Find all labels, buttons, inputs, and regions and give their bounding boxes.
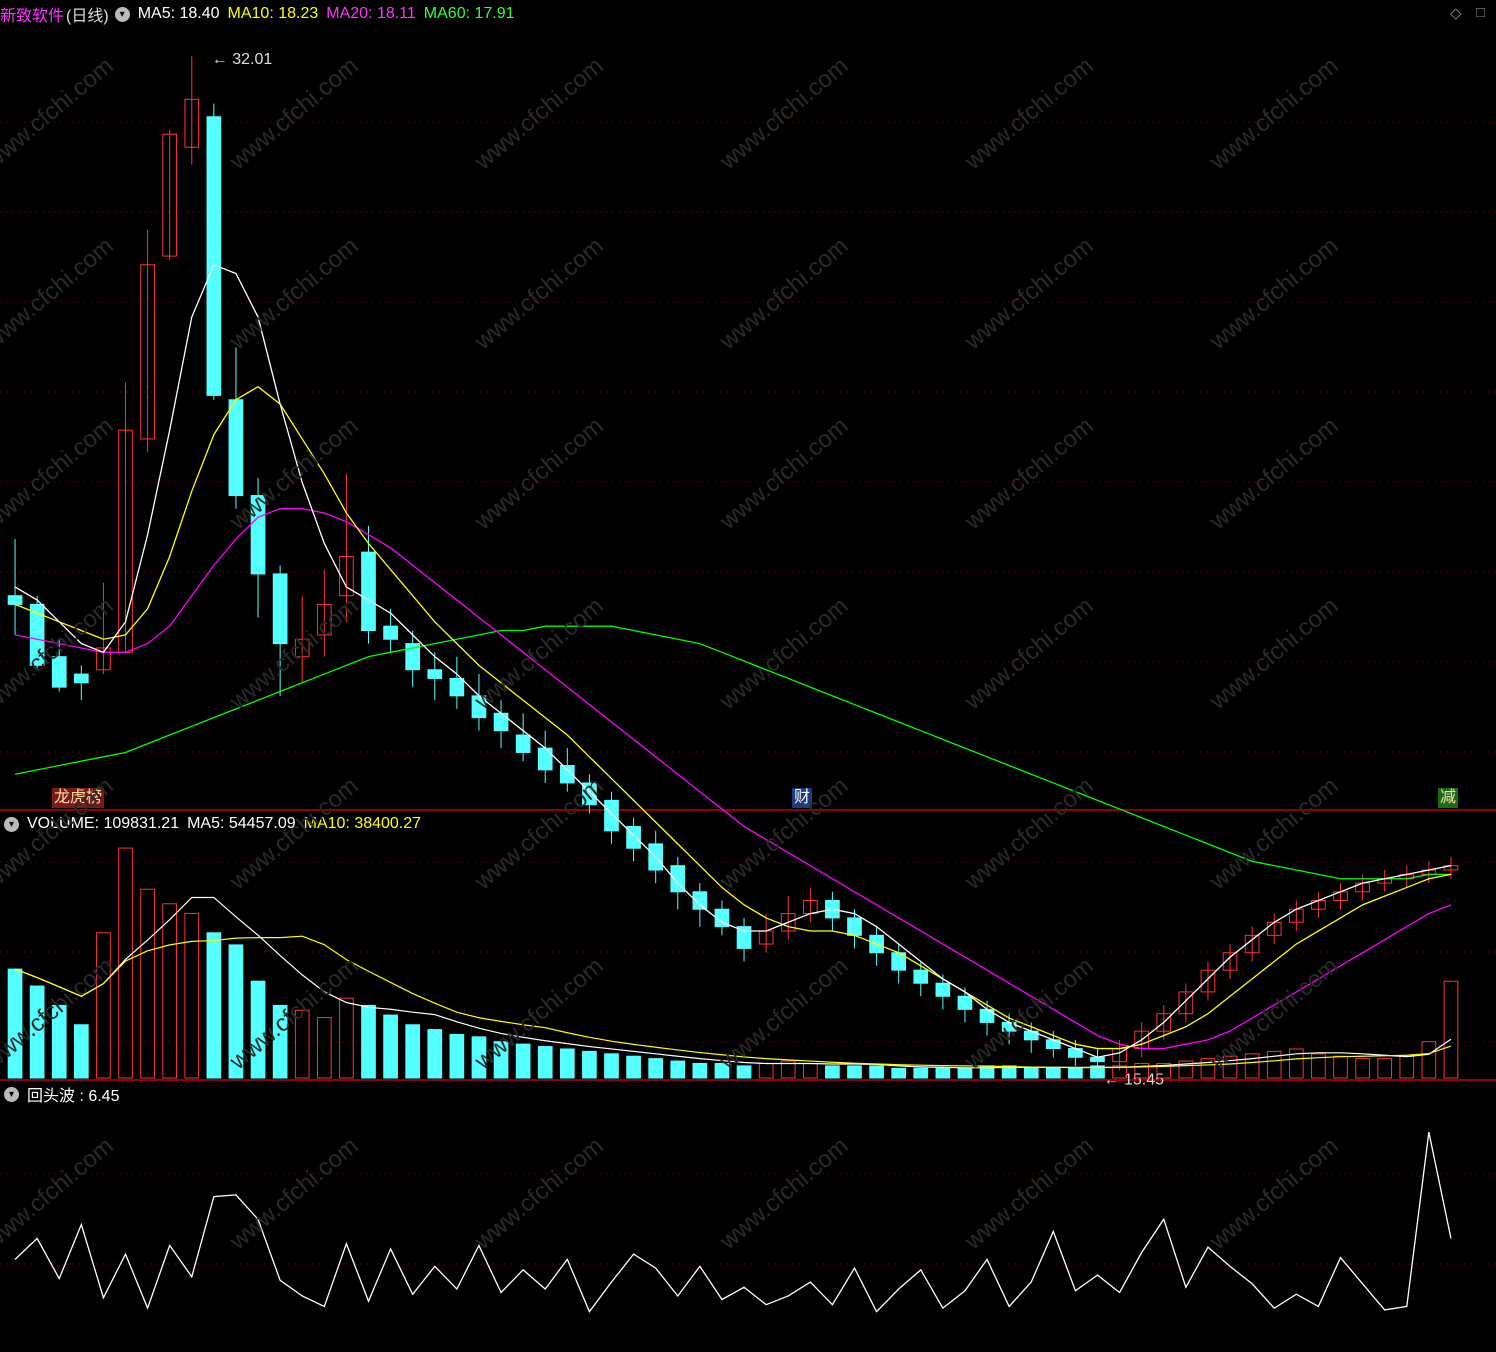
volume-bar (1377, 1058, 1393, 1079)
ma20-label: MA20: 18.11 (326, 5, 416, 22)
diamond-icon[interactable]: ◇ (1450, 4, 1462, 22)
candle-body (272, 573, 288, 645)
volume-bar (913, 1067, 929, 1079)
high-price-label: ← 32.01 (212, 51, 273, 68)
volume-bar (1399, 1055, 1415, 1079)
volume-bar (957, 1067, 973, 1079)
volume-bar (1068, 1067, 1083, 1079)
volume-bar (361, 1004, 376, 1079)
candle-body (736, 926, 752, 949)
candle-body (449, 677, 465, 697)
candle-body (73, 673, 89, 684)
indicator-toggle-icon[interactable]: ▾ (4, 1086, 19, 1102)
candle-body (427, 669, 443, 679)
candle-body (604, 799, 619, 832)
close-icon[interactable]: □ (1476, 4, 1485, 21)
ma10-label: MA10: 18.23 (227, 5, 319, 22)
volume-bar (825, 1065, 840, 1079)
volume-bar (1045, 1067, 1061, 1079)
volume-bar (604, 1053, 619, 1079)
volume-bar (206, 932, 222, 1079)
volume-bar (935, 1067, 951, 1079)
volume-bar (339, 997, 354, 1079)
candle-body (493, 712, 509, 732)
volume-toggle-icon[interactable]: ▾ (4, 816, 19, 832)
volume-bar (537, 1046, 553, 1079)
volume-bar (626, 1055, 641, 1079)
volume-bar (1421, 1041, 1437, 1079)
volume-bar (847, 1065, 862, 1079)
candle-body (957, 995, 973, 1010)
volume-bar (140, 888, 155, 1079)
volume-bar (405, 1024, 421, 1079)
volume-bar (1023, 1067, 1039, 1079)
volume-bar (670, 1060, 686, 1079)
candle-body (847, 917, 862, 936)
period-label: (日线) (66, 8, 109, 25)
candle-body (228, 399, 244, 497)
ma60-label: MA60: 17.91 (423, 5, 515, 22)
volume-bar (1244, 1053, 1260, 1079)
volume-bar (648, 1058, 664, 1079)
candle-body (7, 595, 23, 605)
legend-toggle-icon[interactable]: ▾ (114, 6, 130, 22)
candle-body (537, 747, 553, 771)
volume-bar (758, 1062, 774, 1079)
candle-body (935, 982, 951, 997)
volume-bar (891, 1067, 907, 1079)
candle-body (913, 969, 929, 984)
candle-body (979, 1008, 995, 1023)
indicator-label: 回头波 : 6.45 (27, 1088, 120, 1105)
volume-bar (1355, 1058, 1370, 1079)
stock-name: 新致软件 (0, 8, 65, 25)
volume-bar (802, 1062, 818, 1079)
volume-bar (427, 1029, 443, 1079)
candle-body (515, 734, 531, 753)
volume-bar (316, 1017, 332, 1079)
volume-bar (118, 847, 133, 1079)
volume-bar (184, 912, 200, 1079)
reduction-marker[interactable]: 减 (1438, 788, 1459, 808)
volume-bar (1333, 1055, 1348, 1079)
volume-bar (869, 1065, 884, 1079)
volume-bar (383, 1014, 398, 1079)
ma5-label: MA5: 18.40 (137, 5, 220, 22)
candle-body (361, 551, 376, 632)
volume-bar (582, 1050, 597, 1079)
candle-body (206, 116, 222, 396)
volume-bar (73, 1024, 89, 1079)
volume-bar (449, 1033, 465, 1079)
main-chart-legend: 新致软件 (日线) ▾ MA5: 18.40 MA10: 18.23 MA20:… (0, 2, 523, 26)
indicator-legend: ▾ 回头波 : 6.45 (0, 1082, 127, 1106)
candle-body (383, 625, 398, 640)
volume-bar (1443, 980, 1459, 1079)
volume-bar (162, 903, 178, 1079)
volume-bar (559, 1048, 575, 1079)
volume-bar (692, 1062, 708, 1079)
